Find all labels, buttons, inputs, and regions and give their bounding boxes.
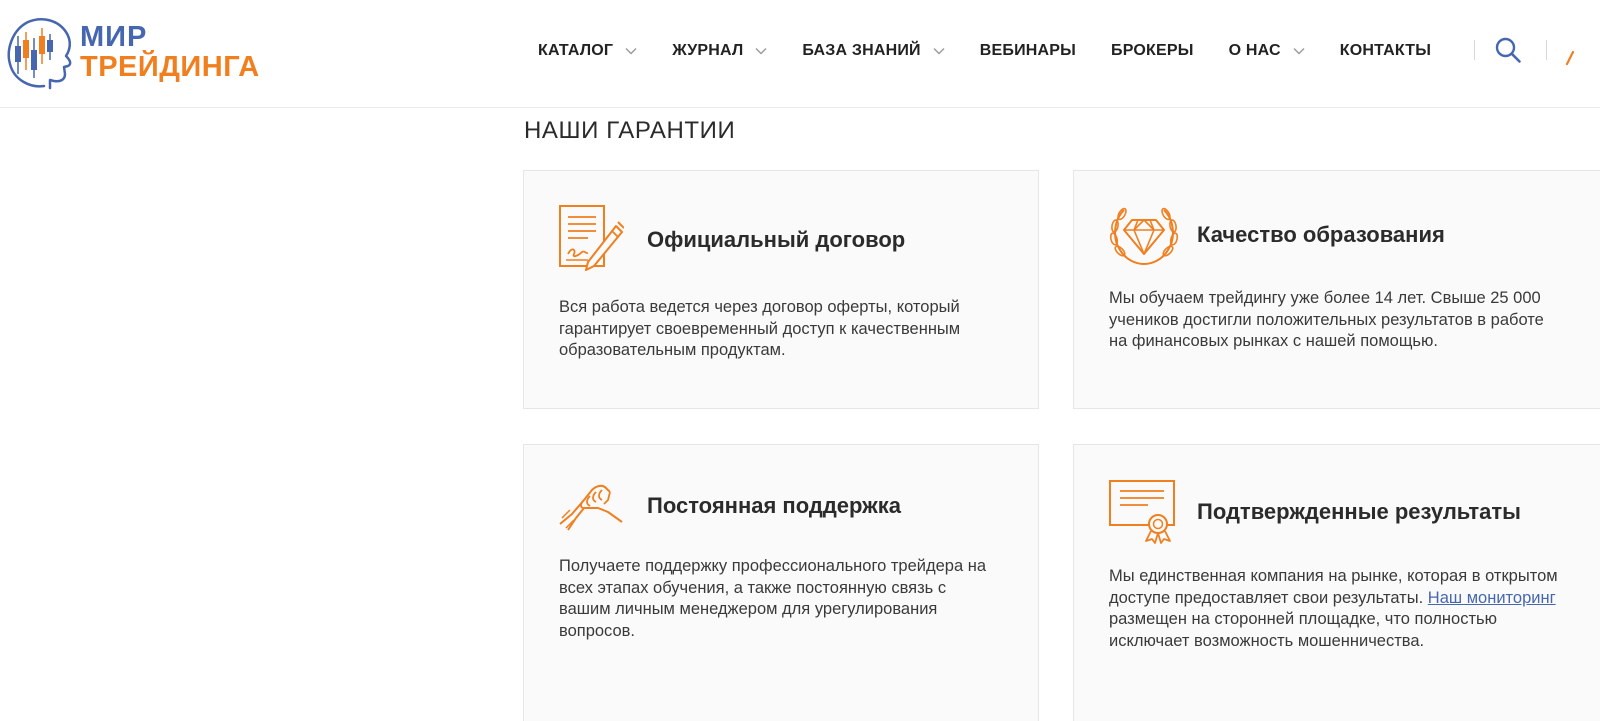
logo-line-2: ТРЕЙДИНГА (80, 50, 260, 83)
main-nav: КАТАЛОГ ЖУРНАЛ БАЗА ЗНАНИЙ ВЕБИНАРЫ БРОК… (538, 36, 1431, 66)
handshake-icon (559, 484, 623, 531)
user-icon[interactable] (1564, 50, 1574, 66)
diamond-laurel-icon (1109, 207, 1179, 265)
nav-item-label: КОНТАКТЫ (1339, 42, 1432, 59)
nav-item-about[interactable]: О НАС (1229, 42, 1305, 60)
nav-item-label: ЖУРНАЛ (672, 42, 744, 59)
site-logo[interactable]: МИР ТРЕЙДИНГА (4, 14, 274, 90)
guarantee-card-support: Постоянная поддержка Получаете поддержку… (523, 444, 1039, 721)
card-text: Вся работа ведется через договор оферты,… (559, 298, 961, 359)
nav-item-label: ВЕБИНАРЫ (979, 42, 1077, 59)
logo-line-1: МИР (80, 20, 148, 53)
guarantee-card-contract: Официальный договор Вся работа ведется ч… (523, 170, 1039, 409)
certificate-icon (1109, 480, 1175, 544)
card-title: Подтвержденные результаты (1197, 499, 1521, 524)
card-text: Получаете поддержку профессионального тр… (559, 557, 987, 640)
site-header: МИР ТРЕЙДИНГА КАТАЛОГ ЖУРНАЛ БАЗА ЗНАНИЙ… (0, 0, 1600, 108)
nav-item-knowledge-base[interactable]: БАЗА ЗНАНИЙ (802, 42, 945, 60)
nav-item-label: КАТАЛОГ (538, 42, 614, 59)
chevron-down-icon (625, 48, 637, 55)
card-title: Официальный договор (647, 227, 906, 252)
card-text: Мы единственная компания на рынке, котор… (1109, 566, 1559, 652)
nav-item-label: БРОКЕРЫ (1111, 42, 1194, 59)
card-text: Мы обучаем трейдингу уже более 14 лет. С… (1109, 289, 1544, 350)
guarantee-card-confirmed-results: Подтвержденные результаты Мы единственна… (1073, 444, 1600, 721)
nav-divider (1546, 40, 1547, 60)
chevron-down-icon (755, 48, 767, 55)
card-title: Постоянная поддержка (647, 493, 902, 518)
monitoring-link[interactable]: Наш мониторинг (1428, 589, 1556, 607)
nav-item-brokers[interactable]: БРОКЕРЫ (1111, 42, 1194, 60)
section-title: НАШИ ГАРАНТИИ (524, 117, 736, 144)
chevron-down-icon (933, 48, 945, 55)
nav-item-contacts[interactable]: КОНТАКТЫ (1340, 42, 1431, 60)
search-icon[interactable] (1494, 36, 1522, 64)
guarantee-card-education-quality: Качество образования Мы обучаем трейдинг… (1073, 170, 1600, 409)
head-candles-logo-icon (7, 18, 72, 90)
nav-item-label: БАЗА ЗНАНИЙ (802, 42, 921, 59)
nav-item-label: О НАС (1228, 42, 1281, 59)
nav-divider (1474, 40, 1475, 60)
nav-item-webinars[interactable]: ВЕБИНАРЫ (980, 42, 1076, 60)
card-text-part: размещен на сторонней площадке, что полн… (1109, 610, 1497, 650)
nav-item-catalog[interactable]: КАТАЛОГ (538, 42, 637, 60)
contract-pen-icon (559, 205, 624, 271)
nav-item-journal[interactable]: ЖУРНАЛ (672, 42, 767, 60)
card-title: Качество образования (1197, 222, 1445, 247)
logo-text: МИР ТРЕЙДИНГА (80, 20, 260, 83)
chevron-down-icon (1293, 48, 1305, 55)
